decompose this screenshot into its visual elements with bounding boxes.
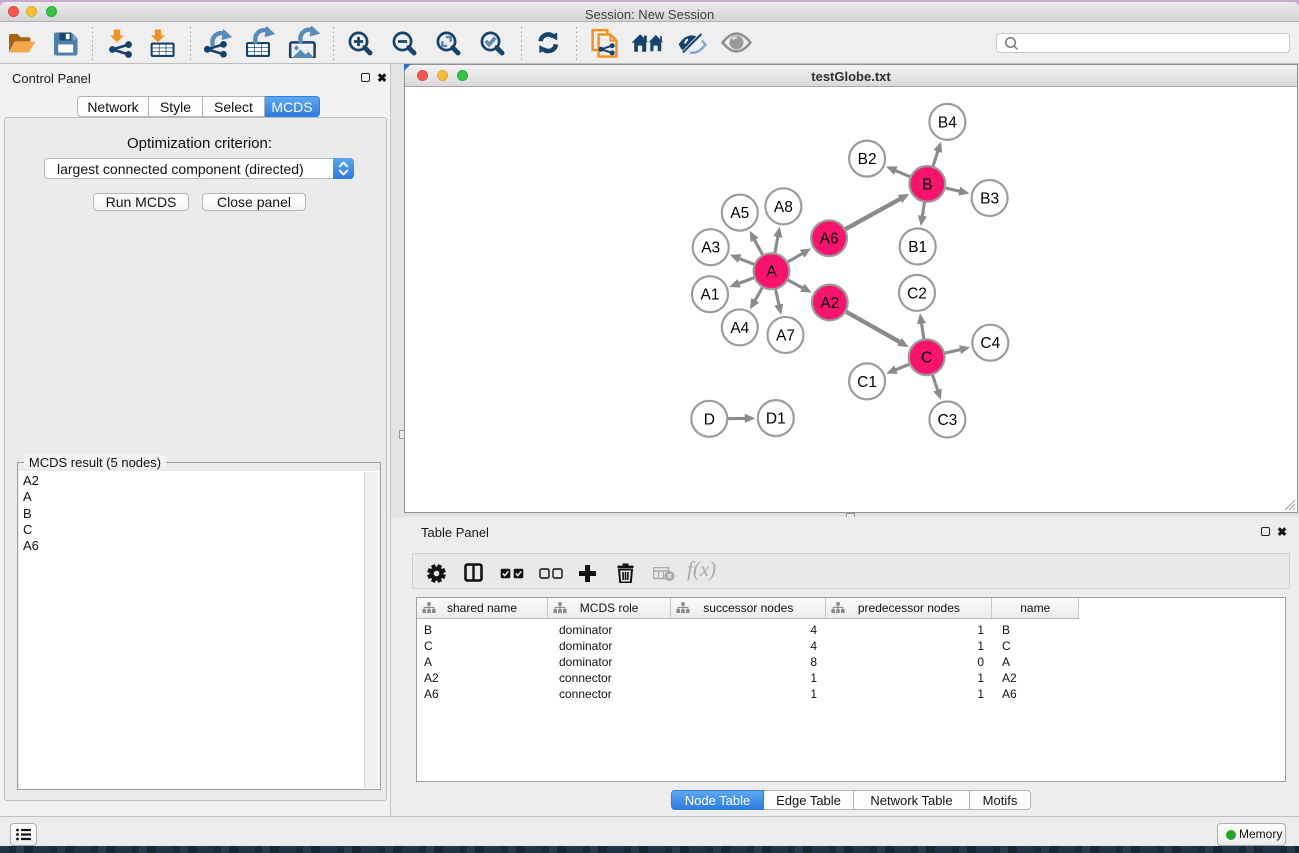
svg-text:B3: B3 [980, 191, 999, 208]
svg-text:A2: A2 [820, 295, 839, 312]
svg-text:A7: A7 [776, 328, 795, 345]
svg-text:C: C [921, 350, 932, 367]
svg-text:D: D [704, 411, 715, 428]
svg-text:A5: A5 [730, 205, 749, 222]
svg-text:C1: C1 [857, 374, 877, 391]
svg-text:C2: C2 [907, 285, 927, 302]
svg-text:A: A [766, 264, 777, 281]
svg-text:A4: A4 [730, 320, 749, 337]
svg-text:D1: D1 [766, 411, 786, 428]
svg-text:B: B [922, 176, 932, 193]
svg-text:B4: B4 [938, 114, 957, 131]
svg-text:B1: B1 [908, 239, 927, 256]
svg-text:A6: A6 [820, 231, 839, 248]
svg-text:A1: A1 [701, 287, 720, 304]
svg-text:C4: C4 [980, 335, 1000, 352]
svg-text:A8: A8 [774, 199, 793, 216]
svg-text:C3: C3 [937, 412, 957, 429]
svg-text:B2: B2 [858, 151, 877, 168]
svg-text:A3: A3 [701, 240, 720, 257]
